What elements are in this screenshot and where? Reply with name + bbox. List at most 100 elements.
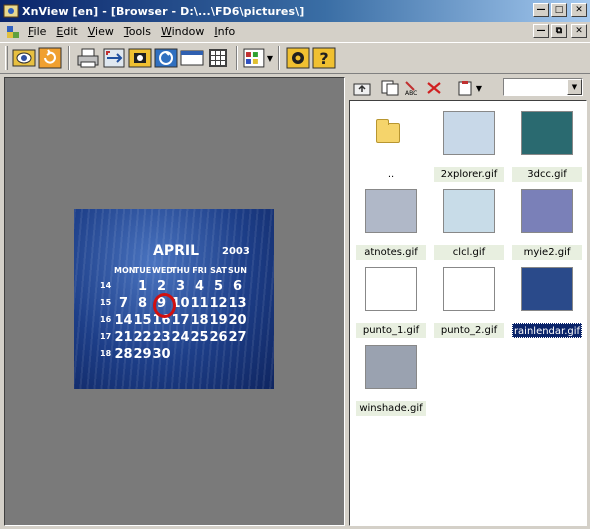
menu-window[interactable]: Window [156, 25, 209, 38]
grid-button[interactable] [205, 45, 231, 71]
calendar-day: 11 [190, 296, 209, 311]
menu-tools[interactable]: Tools [119, 25, 156, 38]
capture-button[interactable] [153, 45, 179, 71]
calendar-day: 3 [175, 279, 186, 294]
week-number: 14 [100, 281, 112, 290]
week-number: 17 [100, 332, 112, 341]
thumbnail-image [365, 345, 417, 389]
path-input[interactable] [506, 79, 568, 94]
calendar-day [114, 278, 133, 295]
thumbnail-item[interactable]: 2xplorer.gif [432, 109, 506, 185]
parent-folder-button[interactable] [352, 79, 372, 97]
slideshow-button[interactable] [127, 45, 153, 71]
toolbar-grip[interactable] [5, 46, 8, 70]
thumbnail-item[interactable]: punto_2.gif [432, 265, 506, 341]
calendar-day: 20 [228, 313, 247, 328]
mdi-restore-button[interactable]: ⧉ [551, 24, 567, 38]
weekday-label: SAT [210, 266, 227, 275]
chevron-down-icon[interactable]: ▼ [267, 54, 273, 63]
menu-edit-label: dit [63, 25, 78, 38]
calendar-day: 27 [228, 330, 247, 345]
image-viewer[interactable]: APRIL 2003 MON TUE WED THU FRI SAT SUN 14 15 16 1… [4, 77, 345, 526]
rename-icon: ABC [405, 81, 417, 96]
path-combobox[interactable]: ▼ [503, 78, 583, 96]
settings-button[interactable] [285, 45, 311, 71]
folder-icon [376, 119, 400, 143]
thumbnail-item[interactable]: 3dcc.gif [510, 109, 584, 185]
delete-icon [427, 82, 441, 94]
mdi-close-button[interactable]: ✕ [571, 24, 587, 38]
rename-button[interactable]: ABC [402, 79, 422, 97]
thumbnail-item[interactable]: myie2.gif [510, 187, 584, 263]
toolbar-separator [278, 46, 280, 70]
calendar-day: 23 [152, 330, 171, 345]
print-button[interactable] [75, 45, 101, 71]
browser-button[interactable] [11, 45, 37, 71]
delete-button[interactable] [424, 79, 444, 97]
close-button[interactable]: ✕ [571, 3, 587, 17]
xnview-app-icon[interactable] [3, 3, 19, 19]
restore-icon: ⧉ [555, 25, 563, 36]
thumbnail-item[interactable]: punto_1.gif [354, 265, 428, 341]
thumbnail-label: winshade.gif [356, 401, 426, 416]
chevron-down-icon[interactable]: ▼ [476, 84, 482, 93]
browser-toolbar: ABC ▼ ▼ [349, 77, 587, 99]
document-icon[interactable] [5, 24, 21, 40]
view-mode-button[interactable]: ▼ [243, 45, 273, 71]
maximize-button[interactable]: □ [551, 3, 567, 17]
menu-file[interactable]: File [23, 25, 51, 38]
toolbar-separator [68, 46, 70, 70]
calendar-day: 13 [228, 296, 247, 311]
thumbnail-image [521, 111, 573, 155]
mdi-controls: — ⧉ ✕ [533, 24, 587, 38]
week-number: 16 [100, 315, 112, 324]
thumbnail-item[interactable]: atnotes.gif [354, 187, 428, 263]
weekday-label: WED [152, 266, 173, 275]
main-toolbar: ▼ ? [0, 42, 590, 74]
copy-icon [381, 80, 399, 96]
view-mode-icon [243, 48, 265, 68]
thumbnail-item[interactable]: winshade.gif [354, 343, 428, 419]
menu-edit[interactable]: Edit [51, 25, 82, 38]
help-button[interactable]: ? [311, 45, 337, 71]
filter-button[interactable]: ▼ [454, 79, 484, 97]
week-number: 15 [100, 298, 112, 307]
weekday-label: THU [171, 266, 190, 275]
chevron-down-icon[interactable]: ▼ [567, 79, 582, 95]
convert-button[interactable] [101, 45, 127, 71]
menu-info[interactable]: Info [209, 25, 240, 38]
menu-view[interactable]: View [83, 25, 119, 38]
calendar-day: 8 [137, 296, 148, 311]
browser-icon [12, 49, 36, 67]
minimize-icon: — [536, 25, 546, 36]
html-button[interactable] [179, 45, 205, 71]
copy-to-button[interactable] [380, 79, 400, 97]
html-icon [180, 50, 204, 66]
minimize-icon: — [536, 4, 546, 15]
thumbnail-item[interactable]: clcl.gif [432, 187, 506, 263]
calendar-grid: 1 2 3 4 5 6 7 8 9 10 11 12 13 14 15 16 17 18 19 20 21 22 23 24 2… [114, 278, 254, 363]
thumbnail-label: punto_1.gif [356, 323, 426, 338]
file-browser[interactable]: .. 2xplorer.gif 3dcc.gif atnotes.gif clcl.gi… [349, 100, 587, 526]
slideshow-icon [128, 48, 152, 68]
week-number: 18 [100, 349, 112, 358]
calendar-day: 24 [171, 330, 190, 345]
calendar-day: 22 [133, 330, 152, 345]
refresh-button[interactable] [37, 45, 63, 71]
calendar-day: 7 [118, 296, 129, 311]
thumbnail-image [365, 189, 417, 233]
thumbnail-item[interactable]: .. [354, 109, 428, 185]
thumbnail-label: 3dcc.gif [512, 167, 582, 182]
thumbnail-image [521, 267, 573, 311]
calendar-day: 21 [114, 330, 133, 345]
minimize-button[interactable]: — [533, 3, 549, 17]
thumbnail-item[interactable]: rainlendar.gif [510, 265, 584, 341]
thumbnail-label: 2xplorer.gif [434, 167, 504, 182]
menu-window-accel: W [160, 25, 172, 38]
thumbnail-label: myie2.gif [512, 245, 582, 260]
mdi-minimize-button[interactable]: — [533, 24, 549, 38]
calendar-day [209, 346, 228, 363]
svg-text:?: ? [319, 49, 328, 68]
thumbnail-image [443, 189, 495, 233]
calendar-day: 17 [171, 313, 190, 328]
